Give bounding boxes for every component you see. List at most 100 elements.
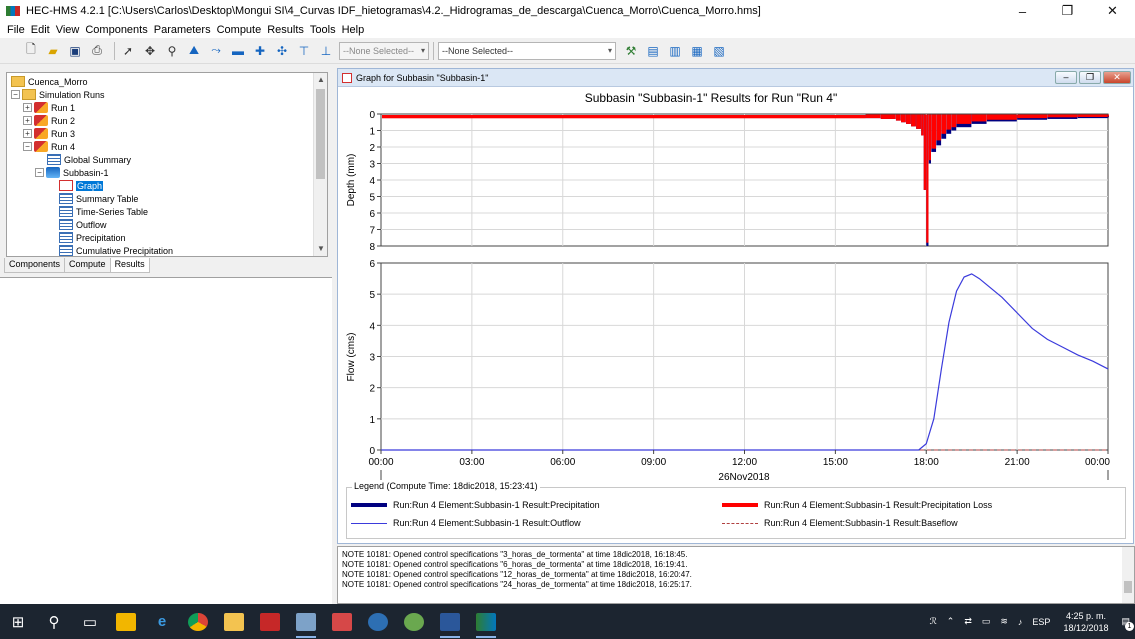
sink-tool-icon[interactable]: ⊥ (317, 42, 335, 60)
legend-item-outflow: Run:Run 4 Element:Subbasin-1 Result:Outf… (351, 518, 581, 528)
tab-components[interactable]: Components (4, 258, 66, 273)
graph-restore-button[interactable]: ❐ (1079, 71, 1101, 84)
minimize-button[interactable]: – (1000, 0, 1045, 22)
menu-view[interactable]: View (53, 24, 83, 36)
expand-icon[interactable]: + (23, 103, 32, 112)
explorer-tabs: Components Compute Results (4, 258, 150, 273)
wifi-icon[interactable]: ≋ (1000, 616, 1008, 627)
compute-icon[interactable]: ⚒ (622, 42, 640, 60)
precipitation-loss-bar (1077, 114, 1108, 117)
tab-results[interactable]: Results (109, 258, 150, 273)
language-indicator[interactable]: ESP (1032, 617, 1050, 627)
source-tool-icon[interactable]: ⊤ (295, 42, 313, 60)
menu-parameters[interactable]: Parameters (151, 24, 214, 36)
legend-label: Run:Run 4 Element:Subbasin-1 Result:Prec… (764, 500, 993, 510)
run-icon (34, 141, 48, 152)
tree-item-cumulative-precipitation[interactable]: Cumulative Precipitation (59, 244, 173, 256)
menu-help[interactable]: Help (339, 24, 368, 36)
arrow-pointer-icon[interactable]: ➚ (119, 42, 137, 60)
restore-button[interactable]: ❐ (1045, 0, 1090, 22)
scroll-down-icon[interactable]: ▼ (314, 242, 327, 256)
message-log: NOTE 10181: Opened control specification… (337, 546, 1135, 604)
close-button[interactable]: ✕ (1090, 0, 1135, 22)
tree-item-simulation-runs[interactable]: − Simulation Runs (11, 88, 105, 101)
clock[interactable]: 4:25 p. m. 18/12/2018 (1063, 610, 1108, 634)
menu-compute[interactable]: Compute (214, 24, 265, 36)
menu-file[interactable]: File (4, 24, 28, 36)
graph-close-button[interactable]: ✕ (1103, 71, 1131, 84)
tree-item-label: Run 4 (51, 141, 76, 152)
collapse-icon[interactable]: − (11, 90, 20, 99)
zoom-icon[interactable]: ⚲ (163, 42, 181, 60)
scroll-up-icon[interactable]: ▲ (314, 73, 327, 87)
store-icon[interactable] (108, 604, 144, 639)
tree-item-outflow[interactable]: Outflow (59, 218, 107, 231)
new-file-icon[interactable]: 🗋 (22, 42, 40, 60)
word-app-icon[interactable] (432, 604, 468, 639)
tree-item-run-3[interactable]: + Run 3 (23, 127, 75, 140)
log-scrollbar[interactable] (1122, 547, 1134, 603)
gis-app-icon[interactable] (396, 604, 432, 639)
flow-tick-label: 4 (369, 321, 375, 332)
menu-results[interactable]: Results (264, 24, 307, 36)
junction-tool-icon[interactable]: ✚ (251, 42, 269, 60)
battery-icon[interactable]: ▭ (982, 616, 991, 627)
tree-item-run-4[interactable]: − Run 4 (23, 140, 75, 153)
tree-item-summary-table[interactable]: Summary Table (59, 192, 138, 205)
chart-legend: Legend (Compute Time: 18dic2018, 15:23:4… (346, 481, 1126, 539)
notification-icon[interactable]: ▤ 1 (1121, 616, 1134, 631)
task-view-icon[interactable]: ▭ (72, 604, 108, 639)
menu-components[interactable]: Components (82, 24, 150, 36)
gift-app-icon[interactable] (252, 604, 288, 639)
scroll-thumb[interactable] (316, 89, 325, 179)
chevron-up-icon[interactable]: ⌃ (947, 616, 955, 627)
globe-app-icon[interactable] (360, 604, 396, 639)
tree-item-root[interactable]: Cuenca_Morro (11, 75, 88, 88)
tree-item-run-1[interactable]: + Run 1 (23, 101, 75, 114)
run-selector[interactable]: --None Selected-- ▾ (339, 41, 429, 60)
network-icon[interactable]: ⇄ (964, 616, 972, 627)
volume-icon[interactable]: ♪ (1018, 617, 1023, 627)
element-selector[interactable]: --None Selected-- ▾ (438, 41, 616, 60)
tree-item-run-2[interactable]: + Run 2 (23, 114, 75, 127)
menu-tools[interactable]: Tools (307, 24, 339, 36)
diversion-tool-icon[interactable]: ✣ (273, 42, 291, 60)
collapse-icon[interactable]: − (23, 142, 32, 151)
reservoir-tool-icon[interactable]: ▬ (229, 42, 247, 60)
global-summary-icon[interactable]: ▧ (710, 42, 728, 60)
expand-icon[interactable]: + (23, 129, 32, 138)
reach-tool-icon[interactable]: ⤳ (207, 42, 225, 60)
search-icon[interactable]: ⚲ (36, 604, 72, 639)
edge-browser-icon[interactable]: e (144, 604, 180, 639)
collapse-icon[interactable]: − (35, 168, 44, 177)
tree-item-subbasin[interactable]: − Subbasin-1 (35, 166, 109, 179)
mail-app-icon[interactable] (324, 604, 360, 639)
graph-minimize-button[interactable]: – (1055, 71, 1077, 84)
timeseries-table-icon[interactable]: ▦ (688, 42, 706, 60)
tree-scrollbar[interactable]: ▲ ▼ (313, 73, 327, 256)
tree-item-graph[interactable]: Graph (59, 179, 104, 192)
save-icon[interactable]: ▣ (66, 42, 84, 60)
precipitation-loss-bar (895, 114, 901, 121)
menu-edit[interactable]: Edit (28, 24, 53, 36)
subbasin-tool-icon[interactable]: ⛰ (185, 42, 203, 60)
tree-item-global-summary[interactable]: Global Summary (47, 153, 131, 166)
precipitation-loss-bar (926, 114, 929, 243)
people-icon[interactable]: ℛ (930, 616, 937, 627)
tree-item-time-series-table[interactable]: Time-Series Table (59, 205, 148, 218)
expand-icon[interactable]: + (23, 116, 32, 125)
start-windows-icon[interactable]: ⊞ (0, 604, 36, 639)
chrome-browser-icon[interactable] (180, 604, 216, 639)
tree-item-precipitation[interactable]: Precipitation (59, 231, 126, 244)
tab-compute[interactable]: Compute (64, 258, 111, 273)
flow-tick-label: 0 (369, 446, 375, 457)
file-explorer-icon[interactable] (216, 604, 252, 639)
open-folder-icon[interactable]: ▰ (44, 42, 62, 60)
print-icon[interactable]: ⎙ (88, 42, 106, 60)
summary-table-icon[interactable]: ▥ (666, 42, 684, 60)
scroll-thumb[interactable] (1124, 581, 1132, 593)
graph-result-icon[interactable]: ▤ (644, 42, 662, 60)
move-icon[interactable]: ✥ (141, 42, 159, 60)
hec-dss-app-icon[interactable] (288, 604, 324, 639)
hec-hms-app-icon[interactable] (468, 604, 504, 639)
